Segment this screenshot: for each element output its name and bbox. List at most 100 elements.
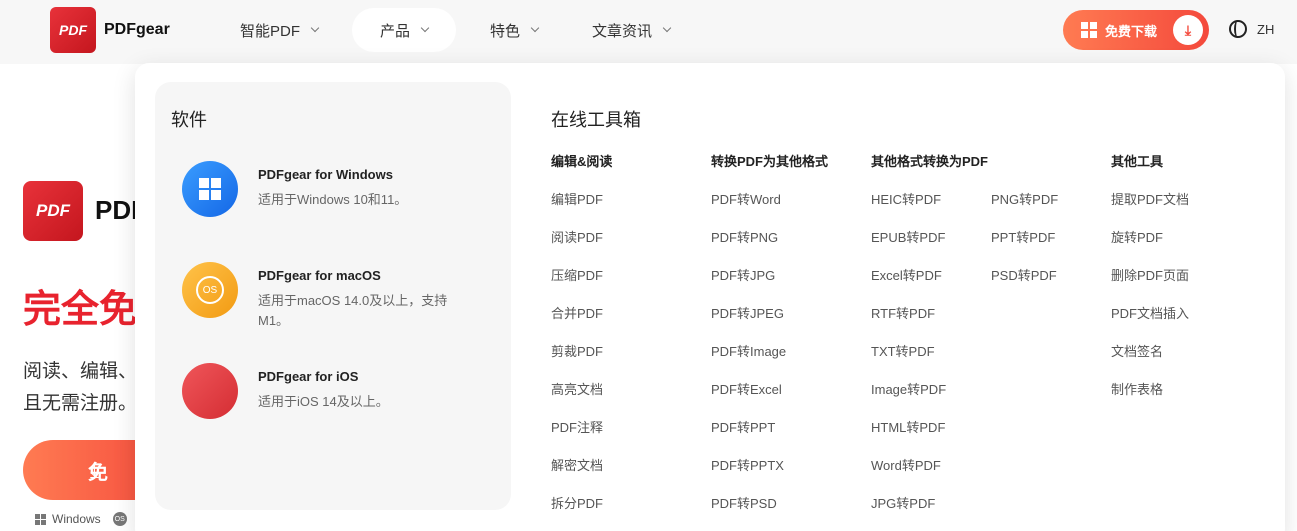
tool-link[interactable]: PDF转Excel — [711, 379, 828, 417]
windows-icon — [1081, 22, 1097, 38]
tool-link[interactable]: PDF转PPT — [711, 417, 828, 455]
column-title: 转换PDF为其他格式 — [711, 154, 829, 169]
tool-link[interactable]: JPG转PDF — [871, 493, 988, 531]
tool-link[interactable]: TXT转PDF — [871, 341, 988, 379]
tool-link[interactable]: PDF转PNG — [711, 227, 828, 265]
tool-link[interactable]: 解密文档 — [551, 455, 612, 493]
tool-link[interactable]: PSD转PDF — [991, 265, 1058, 303]
tool-link[interactable]: PDF转Word — [711, 189, 828, 227]
column-title: 编辑&阅读 — [551, 154, 613, 169]
os-support: Windows OS — [35, 512, 127, 526]
nav-label: 文章资讯 — [592, 22, 653, 40]
chevron-down-icon — [420, 23, 430, 33]
hero-desc-line: 且无需注册。 — [23, 393, 138, 414]
link-list: 提取PDF文档 旋转PDF 删除PDF页面 PDF文档插入 文档签名 制作表格 — [1111, 189, 1189, 417]
link-list: PNG转PDF PPT转PDF PSD转PDF — [991, 189, 1058, 303]
column-edit-read: 编辑&阅读 编辑PDF 阅读PDF 压缩PDF 合并PDF 剪裁PDF 高亮文档 PDF注释… — [551, 151, 612, 531]
tool-link[interactable]: PDF文档插入 — [1111, 303, 1189, 341]
macos-icon: OS — [112, 512, 127, 526]
software-name: PDFgear for iOS — [258, 369, 359, 384]
tool-link[interactable]: 编辑PDF — [551, 189, 612, 227]
tool-link[interactable]: EPUB转PDF — [871, 227, 988, 265]
tool-link[interactable]: PDF注释 — [551, 417, 612, 455]
apple-icon — [182, 363, 238, 419]
chevron-down-icon — [662, 23, 672, 33]
brand-name: PDFgear — [104, 21, 170, 38]
main-nav: 智能PDF 产品 特色 文章资讯 — [220, 8, 704, 52]
tool-link[interactable]: 压缩PDF — [551, 265, 612, 303]
tool-link[interactable]: PPT转PDF — [991, 227, 1058, 265]
hero-logo-icon: PDF — [23, 181, 83, 241]
products-dropdown: 软件 PDFgear for Windows 适用于Windows 10和11。… — [135, 63, 1285, 531]
tool-link[interactable]: PDF转Image — [711, 341, 828, 379]
column-title: 其他格式转换为PDF — [871, 154, 989, 169]
download-icon: ⤓ — [90, 460, 99, 482]
software-macos[interactable]: OS PDFgear for macOS 适用于macOS 14.0及以上，支持… — [182, 262, 478, 331]
tool-link[interactable]: PDF转PSD — [711, 493, 828, 531]
tool-link[interactable]: PDF转JPEG — [711, 303, 828, 341]
column-pdf-to-other: 转换PDF为其他格式 PDF转Word PDF转PNG PDF转JPG PDF转JPE… — [711, 151, 828, 531]
software-panel: 软件 PDFgear for Windows 适用于Windows 10和11。… — [155, 82, 511, 510]
os-windows-label: Windows — [52, 512, 101, 526]
hero-description: 阅读、编辑、 且无需注册。 — [23, 356, 137, 420]
globe-icon — [1229, 20, 1247, 38]
macos-icon: OS — [182, 262, 238, 318]
link-list: PDF转Word PDF转PNG PDF转JPG PDF转JPEG PDF转Image P… — [711, 189, 828, 531]
software-title: 软件 — [171, 110, 207, 130]
column-title: 其他工具 — [1111, 154, 1164, 169]
language-switcher[interactable]: ZH — [1229, 20, 1274, 38]
link-list: HEIC转PDF EPUB转PDF Excel转PDF RTF转PDF TXT转PDF I… — [871, 189, 988, 531]
tool-link[interactable]: 删除PDF页面 — [1111, 265, 1189, 303]
tool-link[interactable]: 剪裁PDF — [551, 341, 612, 379]
software-desc: 适用于Windows 10和11。 — [258, 192, 408, 207]
link-list: 编辑PDF 阅读PDF 压缩PDF 合并PDF 剪裁PDF 高亮文档 PDF注释 解密文档 拆分… — [551, 189, 612, 531]
software-name: PDFgear for Windows — [258, 167, 393, 182]
tool-link[interactable]: Excel转PDF — [871, 265, 988, 303]
software-ios[interactable]: PDFgear for iOS 适用于iOS 14及以上。 — [182, 363, 478, 419]
tool-link[interactable]: PNG转PDF — [991, 189, 1058, 227]
nav-label: 产品 — [380, 22, 411, 40]
tool-link[interactable]: 拆分PDF — [551, 493, 612, 531]
tool-link[interactable]: HEIC转PDF — [871, 189, 988, 227]
tool-link[interactable]: 阅读PDF — [551, 227, 612, 265]
tool-link[interactable]: PDF转PPTX — [711, 455, 828, 493]
nav-label: 特色 — [490, 22, 521, 40]
tool-link[interactable]: PDF转JPG — [711, 265, 828, 303]
nav-articles[interactable]: 文章资讯 — [572, 8, 690, 52]
tool-link[interactable]: RTF转PDF — [871, 303, 988, 341]
nav-features[interactable]: 特色 — [470, 8, 558, 52]
software-name: PDFgear for macOS — [258, 268, 381, 283]
language-label: ZH — [1257, 21, 1275, 37]
column-other-to-pdf: 其他格式转换为PDF HEIC转PDF EPUB转PDF Excel转PDF RTF转… — [871, 151, 988, 531]
tool-link[interactable]: 合并PDF — [551, 303, 612, 341]
macos-badge: OS — [196, 276, 224, 304]
download-label: 免费下载 — [1105, 23, 1158, 39]
nav-label: 智能PDF — [240, 22, 301, 40]
page-edge — [1285, 64, 1297, 531]
tool-link[interactable]: 文档签名 — [1111, 341, 1189, 379]
column-other-tools: 其他工具 提取PDF文档 旋转PDF 删除PDF页面 PDF文档插入 文档签名 制作表格 — [1111, 151, 1189, 417]
download-icon: ⤓ — [1173, 15, 1203, 45]
tool-link[interactable]: Image转PDF — [871, 379, 988, 417]
free-download-button[interactable]: 免费下载 ⤓ — [1063, 10, 1209, 50]
windows-icon — [182, 161, 238, 217]
top-header: PDF PDFgear 智能PDF 产品 特色 文章资讯 免费下载 ⤓ ZH — [0, 0, 1297, 64]
tool-link[interactable]: Word转PDF — [871, 455, 988, 493]
software-windows[interactable]: PDFgear for Windows 适用于Windows 10和11。 — [182, 161, 478, 217]
chevron-down-icon — [310, 23, 320, 33]
tool-link[interactable]: HTML转PDF — [871, 417, 988, 455]
nav-smart-pdf[interactable]: 智能PDF — [220, 8, 338, 52]
tool-link[interactable]: 高亮文档 — [551, 379, 612, 417]
brand-logo[interactable]: PDF PDFgear — [50, 7, 170, 53]
software-desc: 适用于macOS 14.0及以上，支持M1。 — [258, 293, 448, 328]
tool-link[interactable]: 制作表格 — [1111, 379, 1189, 417]
tool-link[interactable]: 旋转PDF — [1111, 227, 1189, 265]
tool-link[interactable]: 提取PDF文档 — [1111, 189, 1189, 227]
online-tools-title: 在线工具箱 — [551, 110, 641, 130]
hero-title: 完全免 — [23, 289, 138, 331]
software-desc: 适用于iOS 14及以上。 — [258, 394, 389, 409]
nav-products[interactable]: 产品 — [352, 8, 457, 52]
chevron-down-icon — [530, 23, 540, 33]
windows-icon — [35, 513, 46, 525]
pdfgear-logo-icon: PDF — [50, 7, 96, 53]
